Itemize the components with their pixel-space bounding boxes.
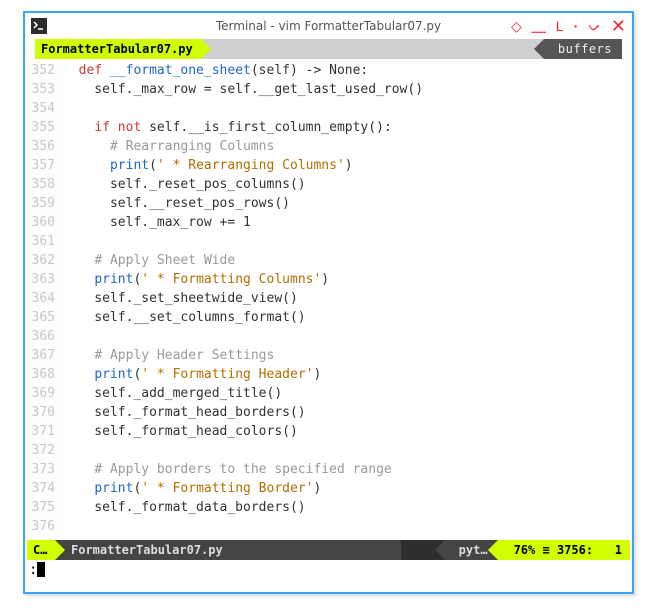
code-text: self._max_row += 1: [63, 213, 632, 232]
tab-label: FormatterTabular07.py: [41, 42, 193, 56]
code-text: [63, 232, 632, 251]
code-line: 357 print(' * Rearranging Columns'): [25, 156, 632, 175]
code-line: 370 self._format_head_borders(): [25, 403, 632, 422]
code-text: [63, 441, 632, 460]
code-line: 372: [25, 441, 632, 460]
code-text: # Apply Sheet Wide: [63, 251, 632, 270]
command-line[interactable]: :: [25, 560, 632, 578]
line-number: 362: [25, 251, 63, 270]
code-line: 354: [25, 99, 632, 118]
line-number: 352: [25, 61, 63, 80]
code-text: # Apply Header Settings: [63, 346, 632, 365]
code-text: print(' * Formatting Header'): [63, 365, 632, 384]
code-line: 373 # Apply borders to the specified ran…: [25, 460, 632, 479]
status-mode: C…: [27, 540, 55, 560]
line-number: 359: [25, 194, 63, 213]
code-line: 362 # Apply Sheet Wide: [25, 251, 632, 270]
code-text: # Rearranging Columns: [63, 137, 632, 156]
code-text: [63, 517, 632, 536]
code-text: self._max_row = self.__get_last_used_row…: [63, 80, 632, 99]
line-number: 367: [25, 346, 63, 365]
code-text: self.__set_columns_format(): [63, 308, 632, 327]
code-line: 371 self._format_head_colors(): [25, 422, 632, 441]
command-prompt: :: [29, 562, 37, 578]
code-line: 365 self.__set_columns_format(): [25, 308, 632, 327]
code-line: 356 # Rearranging Columns: [25, 137, 632, 156]
code-text: if not self.__is_first_column_empty():: [63, 118, 632, 137]
code-text: # Apply borders to the specified range: [63, 460, 632, 479]
code-line: 355 if not self.__is_first_column_empty(…: [25, 118, 632, 137]
statusline: C… FormatterTabular07.py pyt… 76% ≡ 3756…: [27, 540, 630, 560]
status-position: 76% ≡ 3756: 1: [498, 540, 630, 560]
code-text: print(' * Formatting Border'): [63, 479, 632, 498]
code-line: 374 print(' * Formatting Border'): [25, 479, 632, 498]
line-number: 376: [25, 517, 63, 536]
line-number: 356: [25, 137, 63, 156]
tab-active[interactable]: FormatterTabular07.py: [35, 39, 201, 59]
line-number: 372: [25, 441, 63, 460]
code-line: 364 self._set_sheetwide_view(): [25, 289, 632, 308]
line-number: 354: [25, 99, 63, 118]
code-line: 352 def __format_one_sheet(self) -> None…: [25, 61, 632, 80]
code-line: 366: [25, 327, 632, 346]
titlebar: Terminal - vim FormatterTabular07.py ◇ ＿…: [25, 13, 632, 39]
window-controls: ◇ ＿ L · ᨆ ✕: [511, 17, 626, 35]
line-number: 364: [25, 289, 63, 308]
code-line: 369 self._add_merged_title(): [25, 384, 632, 403]
line-number: 353: [25, 80, 63, 99]
code-line: 361: [25, 232, 632, 251]
code-line: 367 # Apply Header Settings: [25, 346, 632, 365]
code-text: [63, 99, 632, 118]
code-line: 360 self._max_row += 1: [25, 213, 632, 232]
code-text: self._format_data_borders(): [63, 498, 632, 517]
code-text: self._set_sheetwide_view(): [63, 289, 632, 308]
terminal-icon: [31, 18, 47, 34]
window-control-3[interactable]: L: [556, 19, 564, 33]
code-text: print(' * Rearranging Columns'): [63, 156, 632, 175]
line-number: 374: [25, 479, 63, 498]
close-icon[interactable]: ✕: [611, 17, 626, 35]
code-line: 375 self._format_data_borders(): [25, 498, 632, 517]
terminal-window: Terminal - vim FormatterTabular07.py ◇ ＿…: [23, 11, 634, 594]
window-control-4[interactable]: ·: [574, 19, 579, 33]
code-line: 353 self._max_row = self.__get_last_used…: [25, 80, 632, 99]
line-number: 371: [25, 422, 63, 441]
line-number: 370: [25, 403, 63, 422]
line-number: 373: [25, 460, 63, 479]
code-text: self._reset_pos_columns(): [63, 175, 632, 194]
window-control-1[interactable]: ◇: [511, 19, 522, 33]
code-line: 363 print(' * Formatting Columns'): [25, 270, 632, 289]
code-text: def __format_one_sheet(self) -> None:: [63, 61, 632, 80]
code-line: 376: [25, 517, 632, 536]
code-line: 359 self.__reset_pos_rows(): [25, 194, 632, 213]
line-number: 363: [25, 270, 63, 289]
code-text: self._format_head_borders(): [63, 403, 632, 422]
status-file: FormatterTabular07.py: [55, 540, 401, 560]
line-number: 357: [25, 156, 63, 175]
tabline: FormatterTabular07.py buffers: [25, 39, 632, 59]
code-text: print(' * Formatting Columns'): [63, 270, 632, 289]
line-number: 358: [25, 175, 63, 194]
code-text: self._add_merged_title(): [63, 384, 632, 403]
code-text: [63, 327, 632, 346]
window-control-5[interactable]: ᨆ: [588, 19, 601, 33]
line-number: 360: [25, 213, 63, 232]
line-number: 355: [25, 118, 63, 137]
line-number: 365: [25, 308, 63, 327]
line-number: 369: [25, 384, 63, 403]
line-number: 375: [25, 498, 63, 517]
line-number: 368: [25, 365, 63, 384]
code-line: 358 self._reset_pos_columns(): [25, 175, 632, 194]
code-text: self.__reset_pos_rows(): [63, 194, 632, 213]
buffers-indicator[interactable]: buffers: [544, 39, 622, 59]
code-text: self._format_head_colors(): [63, 422, 632, 441]
cursor: [37, 562, 45, 577]
line-number: 361: [25, 232, 63, 251]
code-area[interactable]: 352 def __format_one_sheet(self) -> None…: [25, 59, 632, 536]
code-line: 368 print(' * Formatting Header'): [25, 365, 632, 384]
window-control-2[interactable]: ＿: [532, 19, 546, 33]
line-number: 366: [25, 327, 63, 346]
